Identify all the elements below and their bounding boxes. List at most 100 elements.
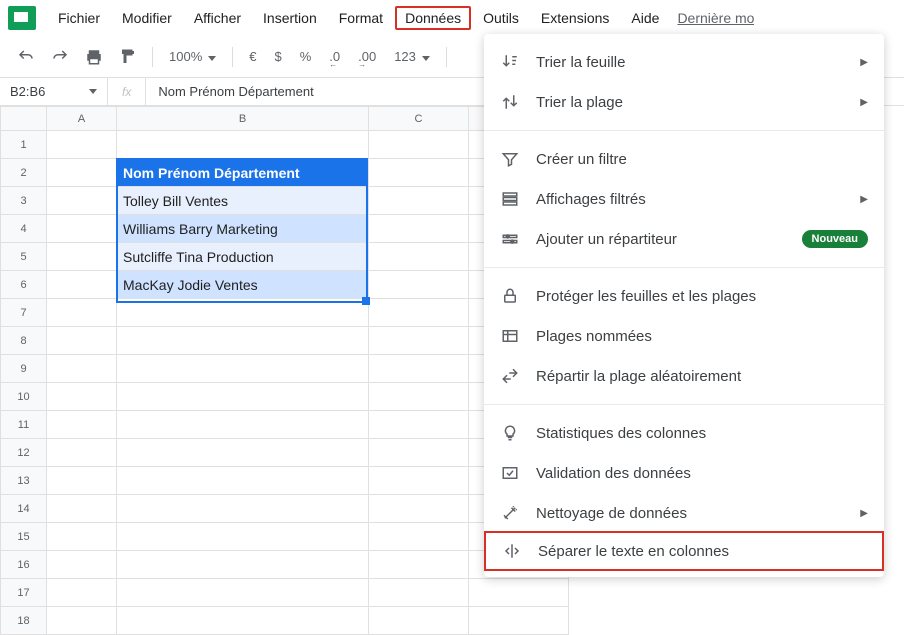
menu-item-shuffle[interactable]: Répartir la plage aléatoirement — [484, 356, 884, 396]
cell[interactable] — [117, 551, 369, 579]
cell[interactable] — [47, 411, 117, 439]
cell[interactable] — [117, 355, 369, 383]
cell[interactable] — [47, 495, 117, 523]
cell[interactable] — [369, 271, 469, 299]
cell[interactable] — [369, 467, 469, 495]
cell[interactable] — [369, 159, 469, 187]
decrease-decimal-button[interactable]: .0← — [323, 45, 346, 68]
menu-extensions[interactable]: Extensions — [531, 6, 619, 30]
cell[interactable] — [47, 551, 117, 579]
menu-item-validation[interactable]: Validation des données — [484, 453, 884, 493]
cell[interactable] — [47, 243, 117, 271]
cell[interactable]: Nom Prénom Département — [117, 159, 369, 187]
cell[interactable] — [117, 411, 369, 439]
increase-decimal-button[interactable]: .00→ — [352, 45, 382, 68]
select-all-corner[interactable] — [1, 107, 47, 131]
cell[interactable] — [369, 607, 469, 635]
cell[interactable] — [117, 383, 369, 411]
cell[interactable] — [117, 327, 369, 355]
column-header-b[interactable]: B — [117, 107, 369, 131]
menu-tools[interactable]: Outils — [473, 6, 529, 30]
menu-item-cleanup[interactable]: Nettoyage de données▶ — [484, 493, 884, 533]
cell[interactable] — [47, 159, 117, 187]
row-header-5[interactable]: 5 — [1, 243, 47, 271]
menu-item-split[interactable]: Séparer le texte en colonnes — [484, 531, 884, 571]
cell[interactable] — [117, 299, 369, 327]
cell[interactable] — [369, 299, 469, 327]
menu-item-lock[interactable]: Protéger les feuilles et les plages — [484, 276, 884, 316]
menu-edit[interactable]: Modifier — [112, 6, 182, 30]
row-header-12[interactable]: 12 — [1, 439, 47, 467]
row-header-14[interactable]: 14 — [1, 495, 47, 523]
row-header-13[interactable]: 13 — [1, 467, 47, 495]
cell[interactable] — [47, 215, 117, 243]
cell[interactable] — [47, 467, 117, 495]
cell[interactable] — [47, 607, 117, 635]
cell[interactable]: MacKay Jodie Ventes — [117, 271, 369, 299]
menu-item-sort-sheet[interactable]: Trier la feuille▶ — [484, 42, 884, 82]
menu-insert[interactable]: Insertion — [253, 6, 327, 30]
cell[interactable] — [47, 383, 117, 411]
cell[interactable] — [369, 411, 469, 439]
row-header-7[interactable]: 7 — [1, 299, 47, 327]
row-header-18[interactable]: 18 — [1, 607, 47, 635]
cell[interactable] — [117, 523, 369, 551]
row-header-4[interactable]: 4 — [1, 215, 47, 243]
menu-item-filter[interactable]: Créer un filtre — [484, 139, 884, 179]
column-header-c[interactable]: C — [369, 107, 469, 131]
row-header-9[interactable]: 9 — [1, 355, 47, 383]
undo-button[interactable] — [12, 43, 40, 71]
cell[interactable] — [369, 523, 469, 551]
menu-file[interactable]: Fichier — [48, 6, 110, 30]
cell[interactable]: Sutcliffe Tina Production — [117, 243, 369, 271]
cell[interactable]: Williams Barry Marketing — [117, 215, 369, 243]
cell[interactable] — [117, 495, 369, 523]
cell[interactable] — [47, 355, 117, 383]
cell[interactable] — [47, 579, 117, 607]
column-header-a[interactable]: A — [47, 107, 117, 131]
row-header-1[interactable]: 1 — [1, 131, 47, 159]
cell[interactable] — [117, 607, 369, 635]
row-header-3[interactable]: 3 — [1, 187, 47, 215]
cell[interactable] — [47, 327, 117, 355]
cell[interactable] — [369, 187, 469, 215]
percent-button[interactable]: % — [294, 45, 318, 68]
cell[interactable] — [47, 131, 117, 159]
row-header-16[interactable]: 16 — [1, 551, 47, 579]
menu-format[interactable]: Format — [329, 6, 393, 30]
cell[interactable] — [47, 439, 117, 467]
cell[interactable] — [369, 551, 469, 579]
cell[interactable] — [369, 215, 469, 243]
menu-item-sort-range[interactable]: Trier la plage▶ — [484, 82, 884, 122]
cell[interactable] — [369, 383, 469, 411]
menu-item-named-ranges[interactable]: Plages nommées — [484, 316, 884, 356]
cell[interactable] — [369, 327, 469, 355]
cell[interactable]: Tolley Bill Ventes — [117, 187, 369, 215]
last-modification-link[interactable]: Dernière mo — [677, 10, 754, 26]
menu-item-lightbulb[interactable]: Statistiques des colonnes — [484, 413, 884, 453]
cell[interactable] — [117, 467, 369, 495]
menu-view[interactable]: Afficher — [184, 6, 251, 30]
number-format-dropdown[interactable]: 123 — [388, 45, 436, 68]
cell[interactable] — [369, 495, 469, 523]
redo-button[interactable] — [46, 43, 74, 71]
cell[interactable] — [47, 187, 117, 215]
cell[interactable] — [117, 439, 369, 467]
cell[interactable] — [469, 607, 569, 635]
cell[interactable] — [369, 131, 469, 159]
cell[interactable] — [369, 355, 469, 383]
currency-euro-button[interactable]: € — [243, 45, 262, 68]
paint-format-button[interactable] — [114, 43, 142, 71]
row-header-8[interactable]: 8 — [1, 327, 47, 355]
row-header-11[interactable]: 11 — [1, 411, 47, 439]
cell[interactable] — [369, 243, 469, 271]
cell[interactable] — [47, 523, 117, 551]
name-box[interactable]: B2:B6 — [0, 78, 108, 105]
cell[interactable] — [47, 271, 117, 299]
row-header-15[interactable]: 15 — [1, 523, 47, 551]
row-header-17[interactable]: 17 — [1, 579, 47, 607]
currency-dollar-button[interactable]: $ — [268, 45, 287, 68]
cell[interactable] — [369, 579, 469, 607]
menu-item-slicer[interactable]: Ajouter un répartiteurNouveau — [484, 219, 884, 259]
cell[interactable] — [117, 579, 369, 607]
